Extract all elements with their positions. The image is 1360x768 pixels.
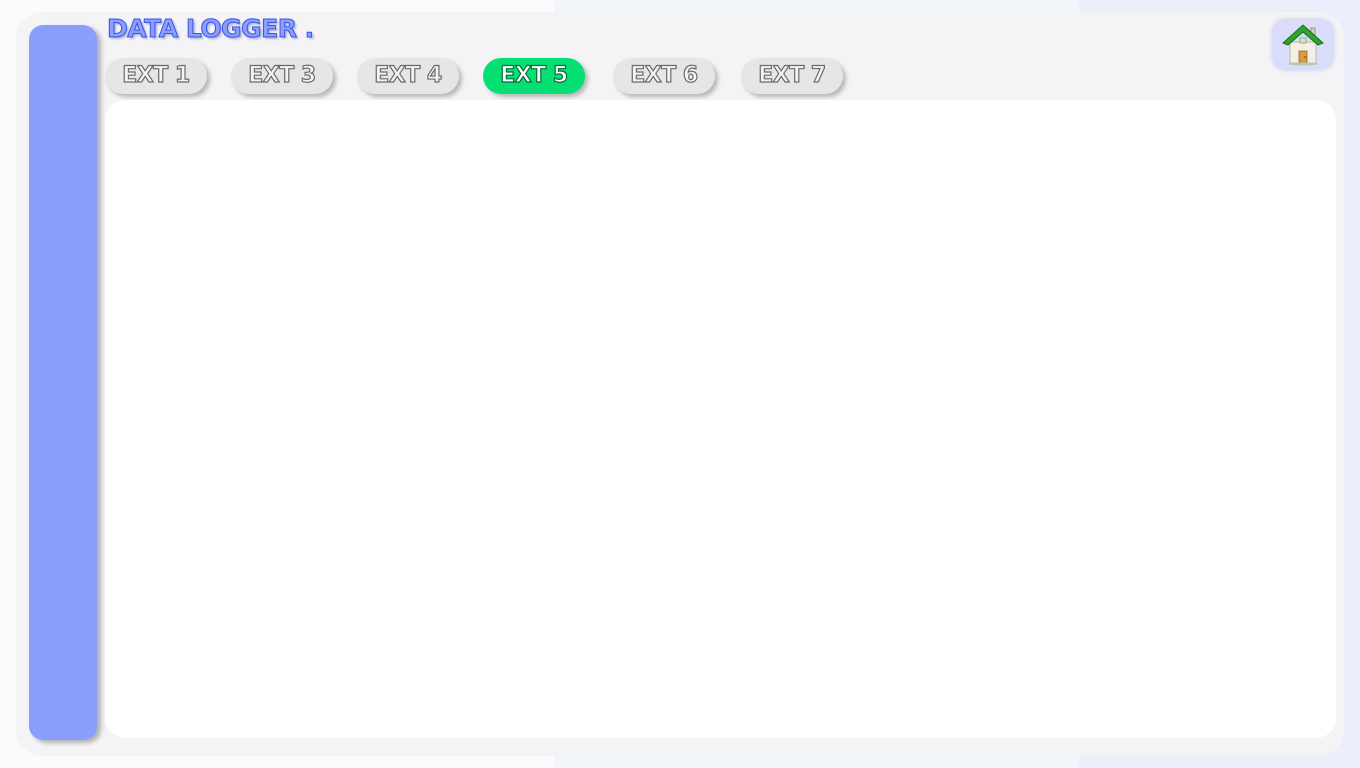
content-area [105, 100, 1336, 738]
tab-ext-3[interactable]: EXT 3 [231, 58, 333, 94]
home-icon [1282, 24, 1324, 66]
tab-ext-4[interactable]: EXT 4 [357, 58, 459, 94]
app-title: DATA LOGGER . [107, 14, 315, 44]
home-button[interactable] [1272, 19, 1334, 70]
tab-ext-6[interactable]: EXT 6 [613, 58, 715, 94]
tab-ext-1[interactable]: EXT 1 [105, 58, 207, 94]
tab-ext-7[interactable]: EXT 7 [741, 58, 843, 94]
tab-ext-5[interactable]: EXT 5 [483, 58, 585, 94]
sidebar [29, 25, 97, 740]
